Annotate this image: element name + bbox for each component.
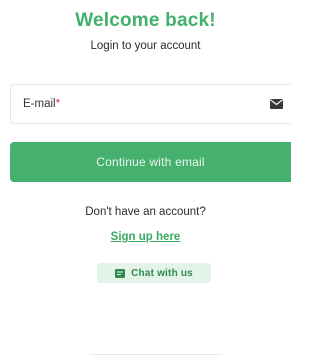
email-label-text: E-mail	[23, 98, 56, 110]
email-field[interactable]: E-mail*	[10, 84, 291, 124]
no-account-text: Don't have an account?	[85, 206, 206, 218]
bottom-divider	[90, 354, 222, 359]
chat-with-us-button[interactable]: Chat with us	[97, 263, 211, 283]
chat-icon	[115, 268, 126, 278]
chat-label: Chat with us	[131, 267, 193, 279]
required-mark: *	[55, 98, 61, 110]
envelope-icon	[270, 99, 283, 109]
sign-up-link[interactable]: Sign up here	[0, 231, 291, 243]
page-subtitle: Login to your account	[90, 40, 201, 52]
page-title: Welcome back!	[75, 10, 216, 31]
email-label: E-mail*	[23, 98, 60, 110]
continue-with-email-button[interactable]: Continue with email	[10, 142, 291, 182]
continue-button-label: Continue with email	[96, 155, 205, 169]
login-page: Welcome back! Login to your account E-ma…	[0, 0, 291, 360]
